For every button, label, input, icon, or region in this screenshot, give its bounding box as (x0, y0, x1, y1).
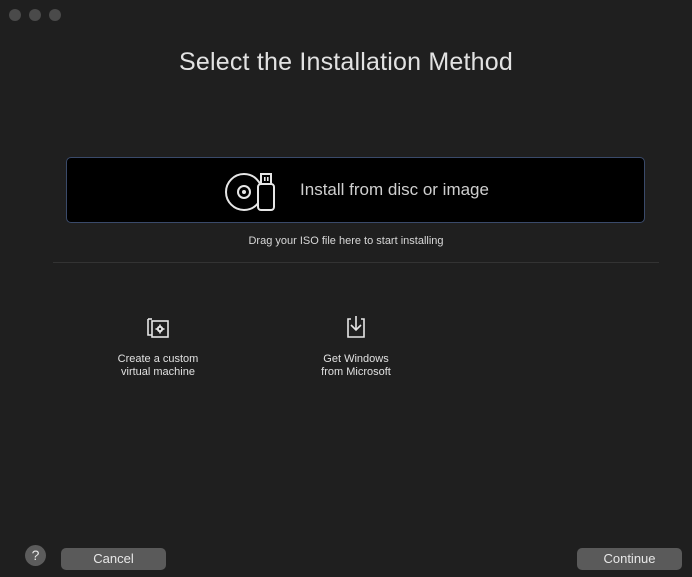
download-icon (347, 316, 365, 338)
disc-usb-icon (225, 173, 276, 211)
page-title: Select the Installation Method (179, 48, 513, 76)
drag-iso-hint: Drag your ISO file here to start install… (248, 235, 444, 247)
install-from-disc-button[interactable]: Install from disc or image (66, 157, 645, 223)
custom-vm-icon (147, 318, 169, 338)
zoom-window-button[interactable] (49, 9, 61, 21)
help-button[interactable]: ? (25, 545, 46, 566)
continue-button[interactable]: Continue (577, 548, 682, 570)
cancel-button[interactable]: Cancel (61, 548, 166, 570)
install-from-disc-label: Install from disc or image (300, 180, 489, 199)
create-custom-vm-option[interactable]: Create a custom virtual machine (88, 313, 228, 379)
get-windows-option[interactable]: Get Windows from Microsoft (286, 313, 426, 379)
window-controls (9, 9, 61, 21)
minimize-window-button[interactable] (29, 9, 41, 21)
get-windows-label: Get Windows from Microsoft (321, 353, 391, 378)
close-window-button[interactable] (9, 9, 21, 21)
installation-assistant-window: Select the Installation Method Install f… (0, 0, 692, 577)
section-divider (53, 262, 659, 263)
create-custom-vm-label: Create a custom virtual machine (117, 353, 199, 378)
